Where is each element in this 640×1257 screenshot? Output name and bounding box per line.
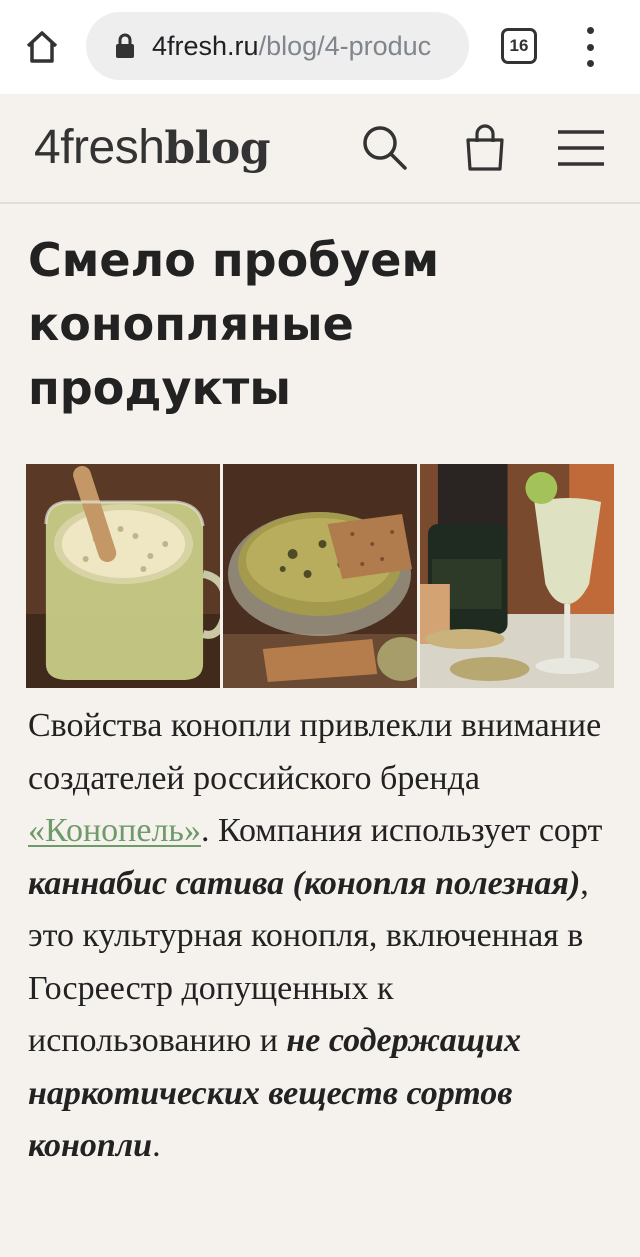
- photo-hemp-smoothie-products: [420, 464, 614, 688]
- home-icon[interactable]: [22, 27, 62, 67]
- photo-hemp-pate-bowl: [223, 464, 417, 688]
- tab-switcher-button[interactable]: 16: [501, 28, 537, 64]
- hamburger-menu-icon[interactable]: [555, 122, 607, 174]
- lock-icon: [116, 33, 134, 58]
- site-header: 4freshblog: [0, 96, 640, 204]
- photo-hemp-seeds-jar: [26, 464, 220, 688]
- article-body: Свойства конопли привлекли внимание созд…: [28, 700, 618, 1173]
- address-bar[interactable]: 4fresh.ru/blog/4-produc: [86, 12, 469, 80]
- brand-link-konopel[interactable]: «Конопель»: [28, 812, 201, 849]
- more-menu-icon[interactable]: [580, 27, 600, 67]
- url-text: 4fresh.ru/blog/4-produc: [152, 31, 452, 62]
- logo-text-bold: blog: [164, 123, 270, 174]
- article-title: Смело пробуем конопляные продукты: [28, 233, 440, 415]
- body-emphasis-variety: каннабис сатива (конопля полезная): [28, 864, 581, 902]
- search-icon[interactable]: [358, 122, 410, 174]
- shopping-bag-icon[interactable]: [459, 122, 511, 174]
- body-text-2: . Компания использует сорт: [200, 812, 603, 849]
- site-logo[interactable]: 4freshblog: [34, 120, 270, 175]
- url-path: /blog/4-produc: [258, 30, 432, 61]
- body-text-1: Свойства конопли привлекли внимание созд…: [28, 707, 602, 797]
- url-domain: 4fresh.ru: [152, 30, 259, 61]
- logo-text-light: 4fresh: [34, 121, 165, 174]
- article-photo-collage: [26, 464, 614, 688]
- browser-toolbar: 4fresh.ru/blog/4-produc 16: [0, 0, 640, 94]
- body-text-4: .: [152, 1127, 161, 1164]
